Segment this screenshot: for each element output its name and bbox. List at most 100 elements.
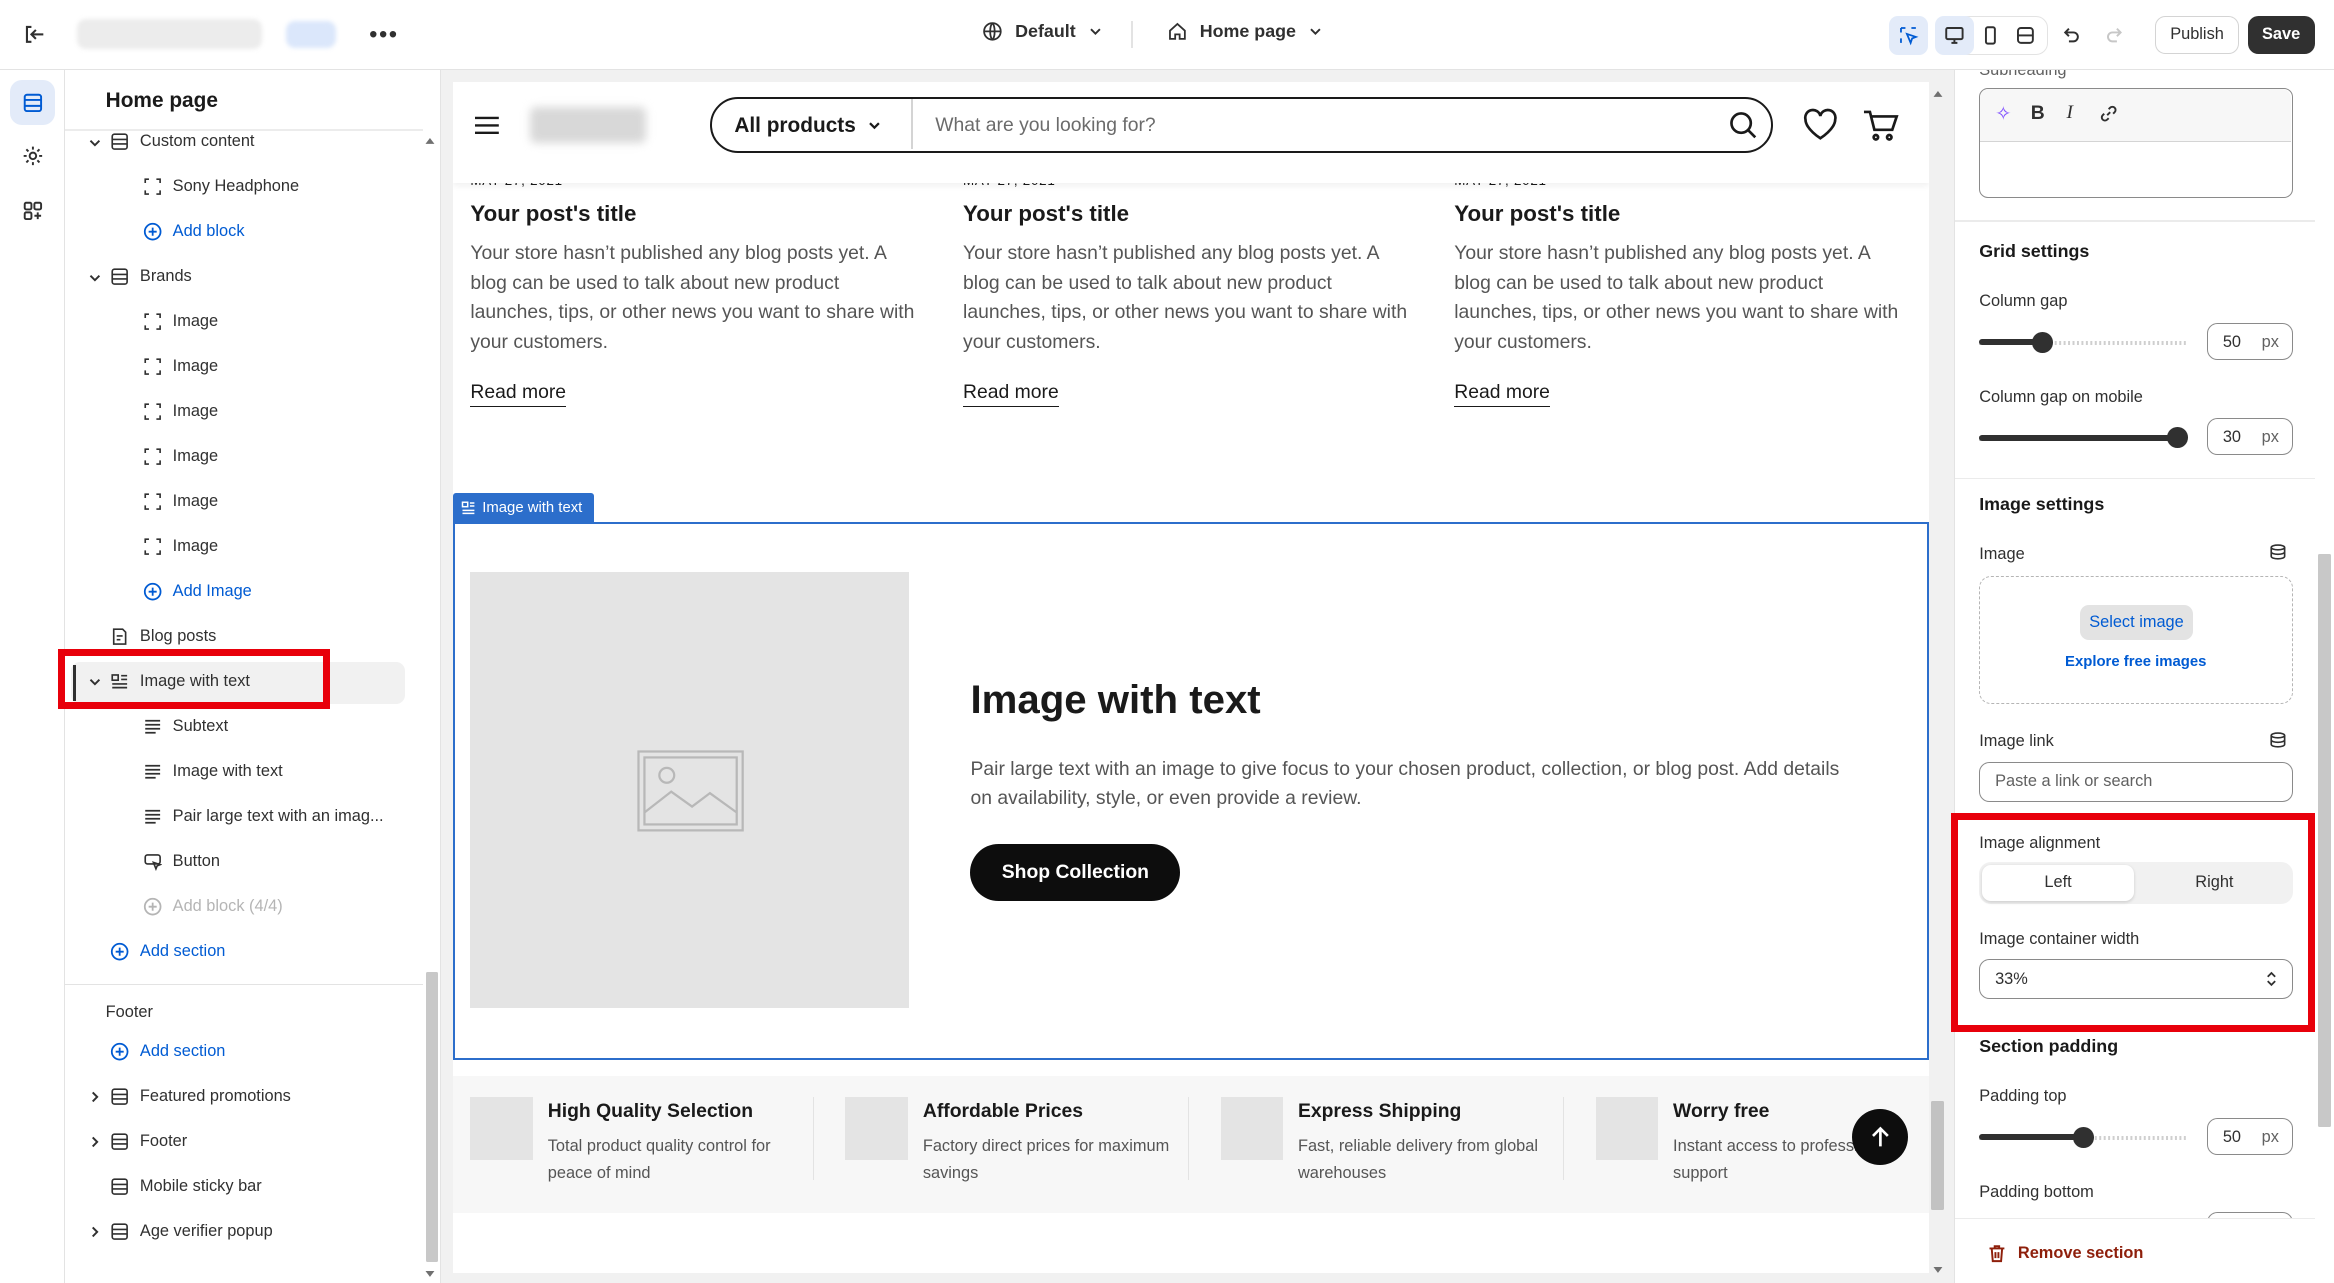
tree-block-pair-large-text-with-an-imag[interactable]: Pair large text with an imag... (65, 795, 422, 840)
image-with-text-section[interactable]: Image with text Pair large text with an … (453, 522, 1930, 1059)
remove-section-button[interactable]: Remove section (1988, 1244, 2143, 1263)
mobile-preview-icon[interactable] (1971, 16, 2010, 55)
tree-section-image-with-text[interactable]: Image with text (65, 660, 422, 705)
post-title[interactable]: Your post's title (470, 201, 925, 227)
alignment-right-option[interactable]: Right (2138, 865, 2290, 901)
tree-section-add-section[interactable]: Add section (65, 1030, 422, 1075)
theme-settings-icon[interactable] (10, 134, 55, 179)
page-selector[interactable]: Home page (1167, 21, 1323, 42)
padding-top-slider[interactable] (1979, 1126, 2188, 1148)
wishlist-heart-icon[interactable] (1801, 107, 1840, 143)
chevron-down-icon[interactable] (86, 673, 104, 691)
tree-section-brands[interactable]: Brands (65, 255, 422, 300)
feature-item: High Quality Selection Total product qua… (470, 1097, 827, 1192)
dynamic-source-icon[interactable] (2269, 543, 2287, 561)
slider-handle[interactable] (2166, 427, 2188, 449)
column-gap-input[interactable]: 50 px (2206, 322, 2294, 361)
tree-section-featured-promotions[interactable]: Featured promotions (65, 1075, 422, 1120)
read-more-link[interactable]: Read more (1454, 379, 1550, 407)
alignment-left-option[interactable]: Left (1982, 864, 2134, 901)
block-icon (143, 537, 164, 558)
italic-icon[interactable]: I (2067, 102, 2073, 124)
section-padding-heading: Section padding (1979, 1035, 2119, 1056)
desktop-preview-icon[interactable] (1935, 16, 1974, 56)
tree-section-add-section[interactable]: Add section (65, 930, 422, 975)
image-text-icon (462, 501, 475, 515)
tree-block-image[interactable]: Image (65, 525, 422, 570)
search-input[interactable] (935, 110, 1680, 141)
tree-block-sony-headphone[interactable]: Sony Headphone (65, 166, 422, 211)
redo-icon[interactable] (2096, 16, 2135, 55)
apps-icon[interactable] (10, 189, 55, 234)
feature-item: Affordable Prices Factory direct prices … (845, 1097, 1202, 1192)
bold-icon[interactable]: B (2031, 102, 2045, 125)
column-gap-mobile-input[interactable]: 30 px (2206, 418, 2294, 456)
image-link-input[interactable] (1995, 772, 2278, 792)
chevron-right-icon[interactable] (86, 1223, 104, 1241)
add-icon (110, 1042, 131, 1063)
shop-collection-button[interactable]: Shop Collection (970, 843, 1181, 901)
tree-section-custom-content[interactable]: Custom content (65, 121, 422, 166)
tree-section-mobile-sticky-bar[interactable]: Mobile sticky bar (65, 1165, 422, 1210)
sidebar-scrollbar-thumb[interactable] (425, 971, 438, 1263)
search-category-label[interactable]: All products (734, 114, 856, 138)
exit-icon[interactable] (21, 21, 48, 48)
image-container-width-select[interactable]: 33% (1979, 958, 2294, 999)
tree-block-image[interactable]: Image (65, 300, 422, 345)
chevron-down-icon[interactable] (86, 269, 104, 287)
publish-button[interactable]: Publish (2155, 16, 2239, 54)
select-image-button[interactable]: Select image (2079, 605, 2194, 640)
theme-selector[interactable]: Default (982, 21, 1102, 42)
column-gap-mobile-slider[interactable] (1979, 427, 2188, 449)
save-button[interactable]: Save (2247, 16, 2315, 54)
preview-scrollbar[interactable] (1931, 82, 1946, 1273)
tree-block-subtext[interactable]: Subtext (65, 705, 422, 750)
tree-block-image[interactable]: Image (65, 345, 422, 390)
chevron-down-icon[interactable] (86, 134, 104, 152)
tree-section-age-verifier-popup[interactable]: Age verifier popup (65, 1210, 422, 1255)
post-title[interactable]: Your post's title (963, 201, 1418, 227)
tree-block-button[interactable]: Button (65, 840, 422, 885)
subheading-rich-text-editor[interactable]: ✧ B I (1979, 87, 2294, 198)
store-logo-blurred[interactable] (529, 107, 646, 143)
tree-section-footer[interactable]: Footer (65, 1120, 422, 1165)
tree-section-blog-posts[interactable]: Blog posts (65, 615, 422, 660)
search-icon[interactable] (1727, 109, 1760, 142)
tree-block-add-block-4-4[interactable]: Add block (4/4) (65, 885, 422, 930)
more-actions-icon[interactable]: ••• (369, 21, 398, 49)
chevron-right-icon[interactable] (86, 1088, 104, 1106)
menu-icon[interactable] (474, 115, 499, 136)
feature-item: Express Shipping Fast, reliable delivery… (1220, 1097, 1578, 1192)
tree-block-image[interactable]: Image (65, 435, 422, 480)
read-more-link[interactable]: Read more (470, 379, 567, 407)
fullscreen-preview-icon[interactable] (2006, 16, 2045, 55)
slider-handle[interactable] (2072, 1126, 2094, 1148)
settings-scrollbar-thumb[interactable] (2317, 553, 2331, 1127)
padding-top-input[interactable]: 50 px (2206, 1117, 2294, 1156)
undo-icon[interactable] (2051, 16, 2090, 55)
post-title[interactable]: Your post's title (1454, 201, 1909, 227)
feature-divider (812, 1097, 815, 1181)
tree-block-image[interactable]: Image (65, 390, 422, 435)
link-icon[interactable] (2099, 104, 2118, 123)
cart-icon[interactable] (1861, 106, 1900, 145)
chevron-down-icon[interactable] (867, 118, 882, 133)
column-gap-slider[interactable] (1979, 331, 2188, 353)
tree-block-add-image[interactable]: Add Image (65, 570, 422, 615)
preview-scrollbar-thumb[interactable] (1930, 1101, 1944, 1211)
ai-sparkle-icon[interactable]: ✧ (1995, 102, 2011, 126)
post-excerpt: Your store hasn’t published any blog pos… (963, 241, 1408, 354)
tree-item-label: Add block (4/4) (172, 896, 283, 915)
tree-block-add-block[interactable]: Add block (65, 210, 422, 255)
tree-item-label: Image (172, 492, 219, 511)
sections-icon[interactable] (10, 80, 56, 125)
inspector-select-icon[interactable] (1888, 16, 1928, 56)
tree-block-image-with-text[interactable]: Image with text (65, 750, 422, 795)
read-more-link[interactable]: Read more (963, 379, 1059, 407)
preview-canvas: All products MAY 27, 2021 Your post's ti… (440, 69, 1955, 1283)
chevron-right-icon[interactable] (86, 1133, 104, 1151)
tree-block-image[interactable]: Image (65, 480, 422, 525)
dynamic-source-icon[interactable] (2269, 731, 2287, 749)
slider-handle[interactable] (2031, 331, 2053, 353)
explore-free-images-link[interactable]: Explore free images (1980, 654, 2291, 670)
